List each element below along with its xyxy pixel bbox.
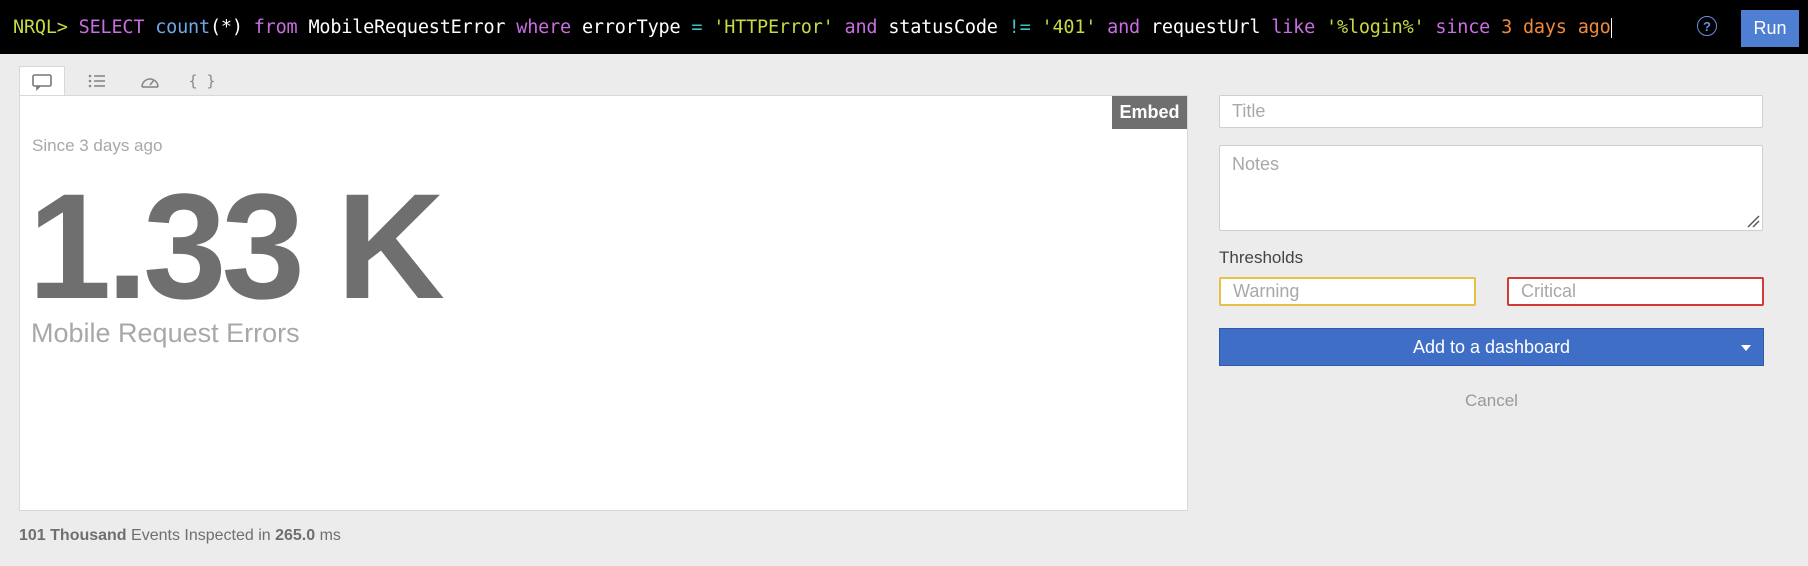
query-token: and — [844, 16, 878, 38]
embed-button[interactable]: Embed — [1112, 96, 1187, 129]
events-count: 101 Thousand — [19, 527, 127, 544]
query-token: from — [253, 16, 298, 38]
query-bar: NRQL> SELECT count(*) from MobileRequest… — [0, 0, 1808, 54]
events-inspected-stats: 101 Thousand Events Inspected in 265.0 m… — [19, 527, 341, 545]
query-token: '%login%' — [1326, 16, 1425, 38]
query-token: where — [516, 16, 571, 38]
events-text: Events Inspected in — [126, 527, 276, 544]
critical-threshold-field[interactable] — [1507, 277, 1764, 306]
query-token: 3 — [1501, 16, 1513, 38]
resize-grip-icon[interactable] — [1746, 214, 1760, 228]
json-icon: { } — [188, 72, 216, 90]
billboard-icon — [32, 74, 52, 91]
result-panel: Embed Since 3 days ago 1.33 K Mobile Req… — [19, 95, 1188, 511]
query-token: statusCode — [888, 16, 998, 38]
tab-gauge[interactable] — [127, 66, 173, 96]
title-field[interactable] — [1219, 95, 1763, 128]
help-icon[interactable]: ? — [1697, 16, 1717, 36]
query-token: SELECT — [78, 16, 145, 38]
query-token: and — [1107, 16, 1140, 38]
add-to-dashboard-label: Add to a dashboard — [1412, 336, 1571, 357]
query-token: like — [1271, 16, 1316, 38]
text-cursor — [1610, 17, 1612, 38]
list-icon — [88, 74, 105, 88]
duration-unit: ms — [315, 527, 341, 544]
query-token: ago — [1577, 16, 1611, 38]
query-token: requestUrl — [1150, 16, 1261, 38]
add-to-dashboard-button[interactable]: Add to a dashboard — [1219, 328, 1764, 366]
chevron-down-icon[interactable] — [1741, 345, 1751, 351]
metric-label: Mobile Request Errors — [31, 318, 300, 348]
run-button[interactable]: Run — [1741, 10, 1799, 47]
gauge-icon — [141, 78, 159, 88]
notes-field[interactable] — [1219, 145, 1763, 231]
query-token: != — [1008, 16, 1031, 38]
nrql-prompt: NRQL> — [13, 16, 79, 38]
cancel-link[interactable]: Cancel — [1219, 391, 1764, 411]
query-token: errorType — [581, 16, 681, 38]
nrql-query-input[interactable]: NRQL> SELECT count(*) from MobileRequest… — [0, 17, 1612, 38]
thresholds-label: Thresholds — [1219, 248, 1304, 267]
query-token: count — [155, 16, 210, 38]
query-token: days — [1522, 16, 1567, 38]
warning-threshold-field[interactable] — [1219, 277, 1476, 306]
billboard-value: 1.33 K — [28, 162, 445, 330]
query-token: '401' — [1041, 16, 1097, 38]
query-token: = — [691, 16, 703, 38]
query-token: 'HTTPError' — [713, 16, 834, 38]
query-token: since — [1435, 16, 1491, 38]
query-token: (*) — [209, 16, 243, 38]
duration-value: 265.0 — [275, 527, 316, 544]
tab-billboard[interactable] — [19, 66, 65, 97]
tab-list[interactable] — [74, 66, 120, 96]
time-range-label: Since 3 days ago — [32, 136, 163, 155]
tab-json[interactable]: { } — [179, 66, 225, 96]
query-token: MobileRequestError — [308, 16, 506, 38]
